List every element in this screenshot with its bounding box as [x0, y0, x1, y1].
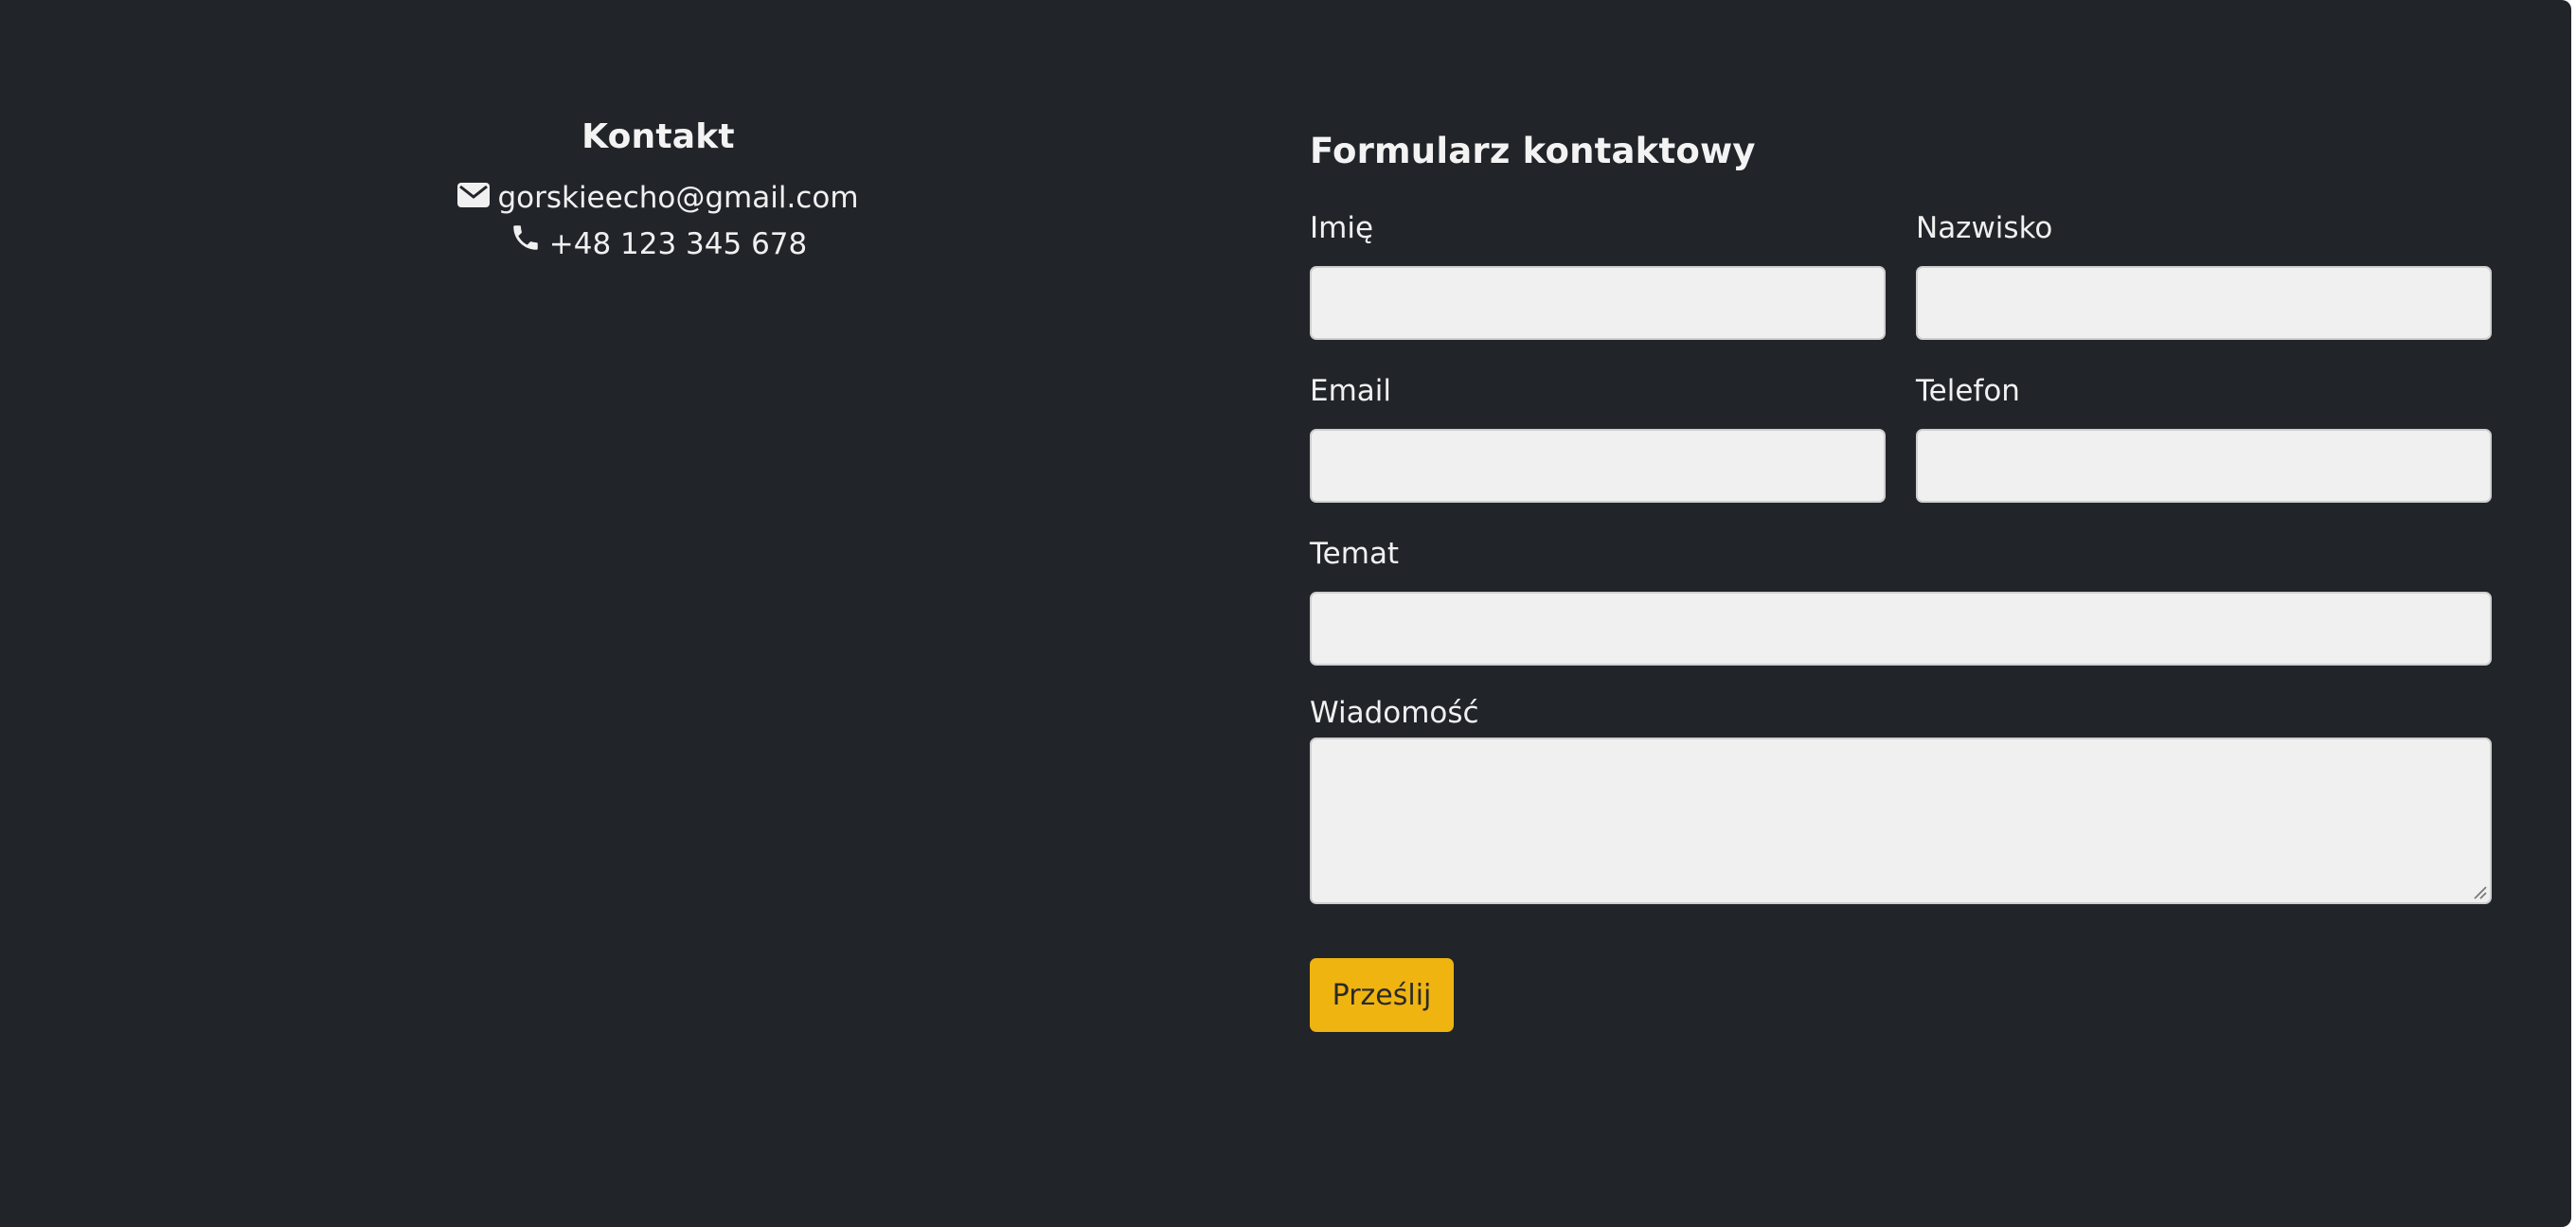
message-group: Wiadomość — [1310, 692, 2492, 904]
resize-grip-icon[interactable] — [2470, 882, 2487, 899]
contact-info: Kontakt gorskieecho@gmail.com +48 123 34… — [0, 117, 1316, 268]
subject-label: Temat — [1310, 537, 1400, 571]
last-name-group: Nazwisko — [1916, 207, 2492, 340]
contact-heading: Kontakt — [581, 117, 735, 156]
phone-label: Telefon — [1916, 374, 2020, 408]
first-name-input[interactable] — [1310, 266, 1886, 340]
name-row: Imię Nazwisko — [1310, 207, 2492, 340]
contact-email-line: gorskieecho@gmail.com — [0, 175, 1316, 222]
contact-row: Email Telefon — [1310, 370, 2492, 503]
first-name-label: Imię — [1310, 211, 1374, 245]
subject-group: Temat — [1310, 533, 2492, 666]
email-group: Email — [1310, 370, 1886, 503]
phone-input[interactable] — [1916, 429, 2492, 503]
message-textarea[interactable] — [1310, 738, 2492, 904]
contact-form: Formularz kontaktowy Imię Nazwisko Email… — [1310, 131, 2492, 1032]
contact-phone-line: +48 123 345 678 — [0, 222, 1316, 268]
email-label: Email — [1310, 374, 1392, 408]
contact-email[interactable]: gorskieecho@gmail.com — [497, 175, 858, 222]
subject-input[interactable] — [1310, 592, 2492, 666]
contact-section: Kontakt gorskieecho@gmail.com +48 123 34… — [0, 0, 2571, 1227]
submit-button[interactable]: Prześlij — [1310, 958, 1454, 1032]
last-name-input[interactable] — [1916, 266, 2492, 340]
email-input[interactable] — [1310, 429, 1886, 503]
phone-icon — [510, 222, 542, 268]
first-name-group: Imię — [1310, 207, 1886, 340]
phone-group: Telefon — [1916, 370, 2492, 503]
contact-phone[interactable]: +48 123 345 678 — [549, 222, 808, 268]
message-label: Wiadomość — [1310, 696, 1479, 730]
form-title: Formularz kontaktowy — [1310, 131, 1756, 171]
envelope-icon — [457, 175, 491, 222]
last-name-label: Nazwisko — [1916, 211, 2053, 245]
